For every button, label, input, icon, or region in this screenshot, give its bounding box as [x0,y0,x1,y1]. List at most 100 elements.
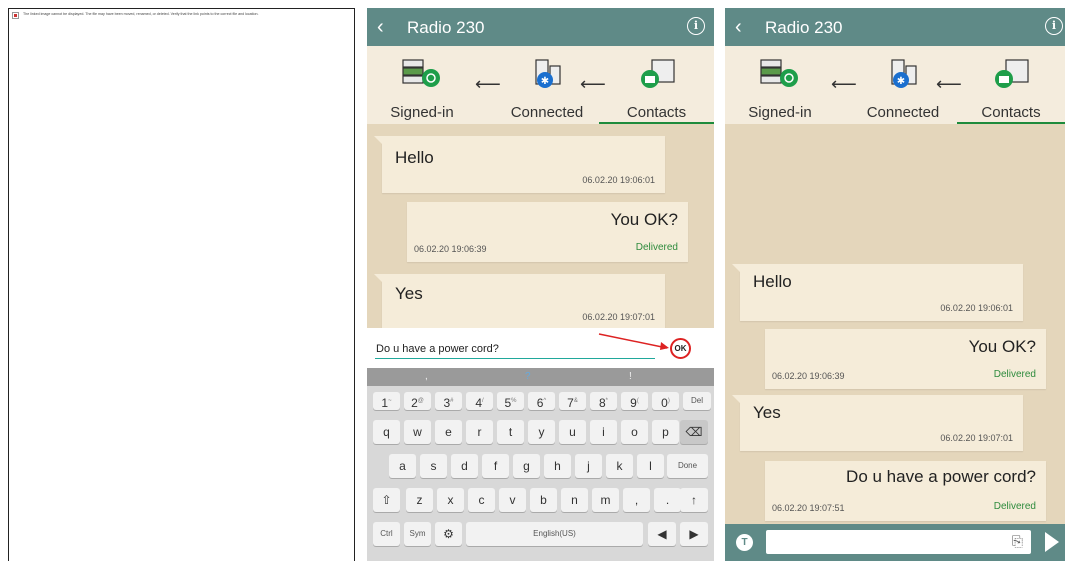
page-title: Radio 230 [765,18,843,37]
paperclip-icon[interactable]: ⎘ [1012,533,1023,550]
key-s[interactable]: s [420,454,447,478]
key-k[interactable]: k [606,454,633,478]
message-input[interactable]: Do u have a power cord? [376,343,499,355]
key-y[interactable]: y [528,420,555,444]
key-q[interactable]: q [373,420,400,444]
suggestion-item[interactable]: , [425,371,428,382]
key-v[interactable]: v [499,488,526,512]
sym-key[interactable]: Sym [404,522,431,546]
key-i[interactable]: i [590,420,617,444]
step-label: Contacts [626,104,687,121]
message-outgoing: You OK? 06.02.20 19:06:39 Delivered [407,202,688,262]
info-icon[interactable]: i [687,17,705,35]
key-f[interactable]: f [482,454,509,478]
key-1[interactable]: 1~ [373,392,400,410]
delivered-status: Delivered [993,501,1036,512]
key-h[interactable]: h [544,454,571,478]
key-n[interactable]: n [561,488,588,512]
key-comma[interactable]: , [623,488,650,512]
ok-button[interactable]: OK [670,338,691,359]
server-stack-icon [760,59,798,87]
key-6[interactable]: 6^ [528,392,555,410]
message-incoming: Yes 06.02.20 19:07:01 [374,274,665,330]
delivered-status: Delivered [993,369,1036,380]
key-3[interactable]: 3# [435,392,462,410]
annotation-arrow-icon [598,333,669,350]
broken-image-message: The linked image cannot be displayed. Th… [23,12,259,16]
info-icon[interactable]: i [1045,17,1063,35]
step-signed-in[interactable]: Signed-in [725,46,835,124]
message-outgoing: You OK? 06.02.20 19:06:39 Delivered [765,329,1046,389]
svg-text:✱: ✱ [897,76,905,87]
cursor-right-key[interactable]: ▶ [680,522,708,546]
connection-steps: Signed-in ⟵ ✱ Connected ⟵ Contacts [367,46,714,124]
settings-gear-key[interactable]: ⚙ [435,522,462,546]
done-key[interactable]: Done [667,454,708,478]
contact-card-icon [995,59,1029,88]
cursor-left-key[interactable]: ◀ [648,522,676,546]
key-period[interactable]: . [654,488,681,512]
key-u[interactable]: u [559,420,586,444]
message-incoming: Hello 06.02.20 19:06:01 [732,264,1023,321]
message-outgoing: Do u have a power cord? 06.02.20 19:07:5… [765,461,1046,521]
ctrl-key[interactable]: Ctrl [373,522,400,546]
step-label: Connected [510,104,584,121]
step-label: Connected [866,104,940,121]
radio-bluetooth-icon: ✱ [535,59,561,88]
key-c[interactable]: c [468,488,495,512]
text-mode-button[interactable]: T [736,534,753,551]
step-label: Signed-in [390,104,454,121]
key-b[interactable]: b [530,488,557,512]
contact-card-icon [640,59,675,88]
key-z[interactable]: z [406,488,433,512]
key-2[interactable]: 2@ [404,392,431,410]
key-l[interactable]: l [637,454,664,478]
suggestion-item[interactable]: ! [629,371,632,382]
key-0[interactable]: 0) [652,392,679,410]
server-stack-icon [402,59,440,87]
key-x[interactable]: x [437,488,464,512]
key-m[interactable]: m [592,488,619,512]
send-icon[interactable] [1045,532,1059,552]
key-e[interactable]: e [435,420,462,444]
key-t[interactable]: t [497,420,524,444]
message-incoming: Yes 06.02.20 19:07:01 [732,395,1023,451]
shift-right-key[interactable]: ↑ [680,488,708,512]
suggestion-item[interactable]: ? [525,371,531,382]
key-5[interactable]: 5% [497,392,524,410]
key-7[interactable]: 7& [559,392,586,410]
active-tab-indicator [599,122,714,124]
suggestion-bar: , ? ! [367,368,714,386]
space-key[interactable]: English(US) [466,522,643,546]
key-g[interactable]: g [513,454,540,478]
phone-screen-compose: ‹ Radio 230 i Signed-in ⟵ ✱ Connected ⟵ … [367,8,714,561]
step-signed-in[interactable]: Signed-in [367,46,477,124]
delete-key[interactable]: Del [683,392,711,410]
message-incoming: Hello 06.02.20 19:06:01 [374,136,665,193]
phone-screen-conversation: ‹ Radio 230 i Signed-in ⟵ ✱ Connected ⟵ … [725,8,1065,561]
key-a[interactable]: a [389,454,416,478]
key-4[interactable]: 4/ [466,392,493,410]
key-9[interactable]: 9( [621,392,648,410]
step-label: Signed-in [748,104,812,121]
broken-image-icon [12,12,19,19]
key-r[interactable]: r [466,420,493,444]
shift-key[interactable]: ⇧ [373,488,400,512]
active-tab-indicator [957,122,1065,124]
key-8[interactable]: 8* [590,392,617,410]
step-contacts[interactable]: Contacts [599,46,714,124]
key-d[interactable]: d [451,454,478,478]
message-input-area: Do u have a power cord? OK [367,328,714,368]
key-p[interactable]: p [652,420,679,444]
compose-bar: T ⎘ [725,524,1065,561]
key-j[interactable]: j [575,454,602,478]
chevron-left-icon[interactable]: ‹ [735,16,742,38]
svg-text:✱: ✱ [541,76,549,87]
backspace-key[interactable]: ⌫ [680,420,708,444]
step-contacts[interactable]: Contacts [957,46,1065,124]
key-w[interactable]: w [404,420,431,444]
delivered-status: Delivered [635,242,678,253]
chevron-left-icon[interactable]: ‹ [377,16,384,38]
key-o[interactable]: o [621,420,648,444]
message-input[interactable]: ⎘ [766,530,1031,554]
